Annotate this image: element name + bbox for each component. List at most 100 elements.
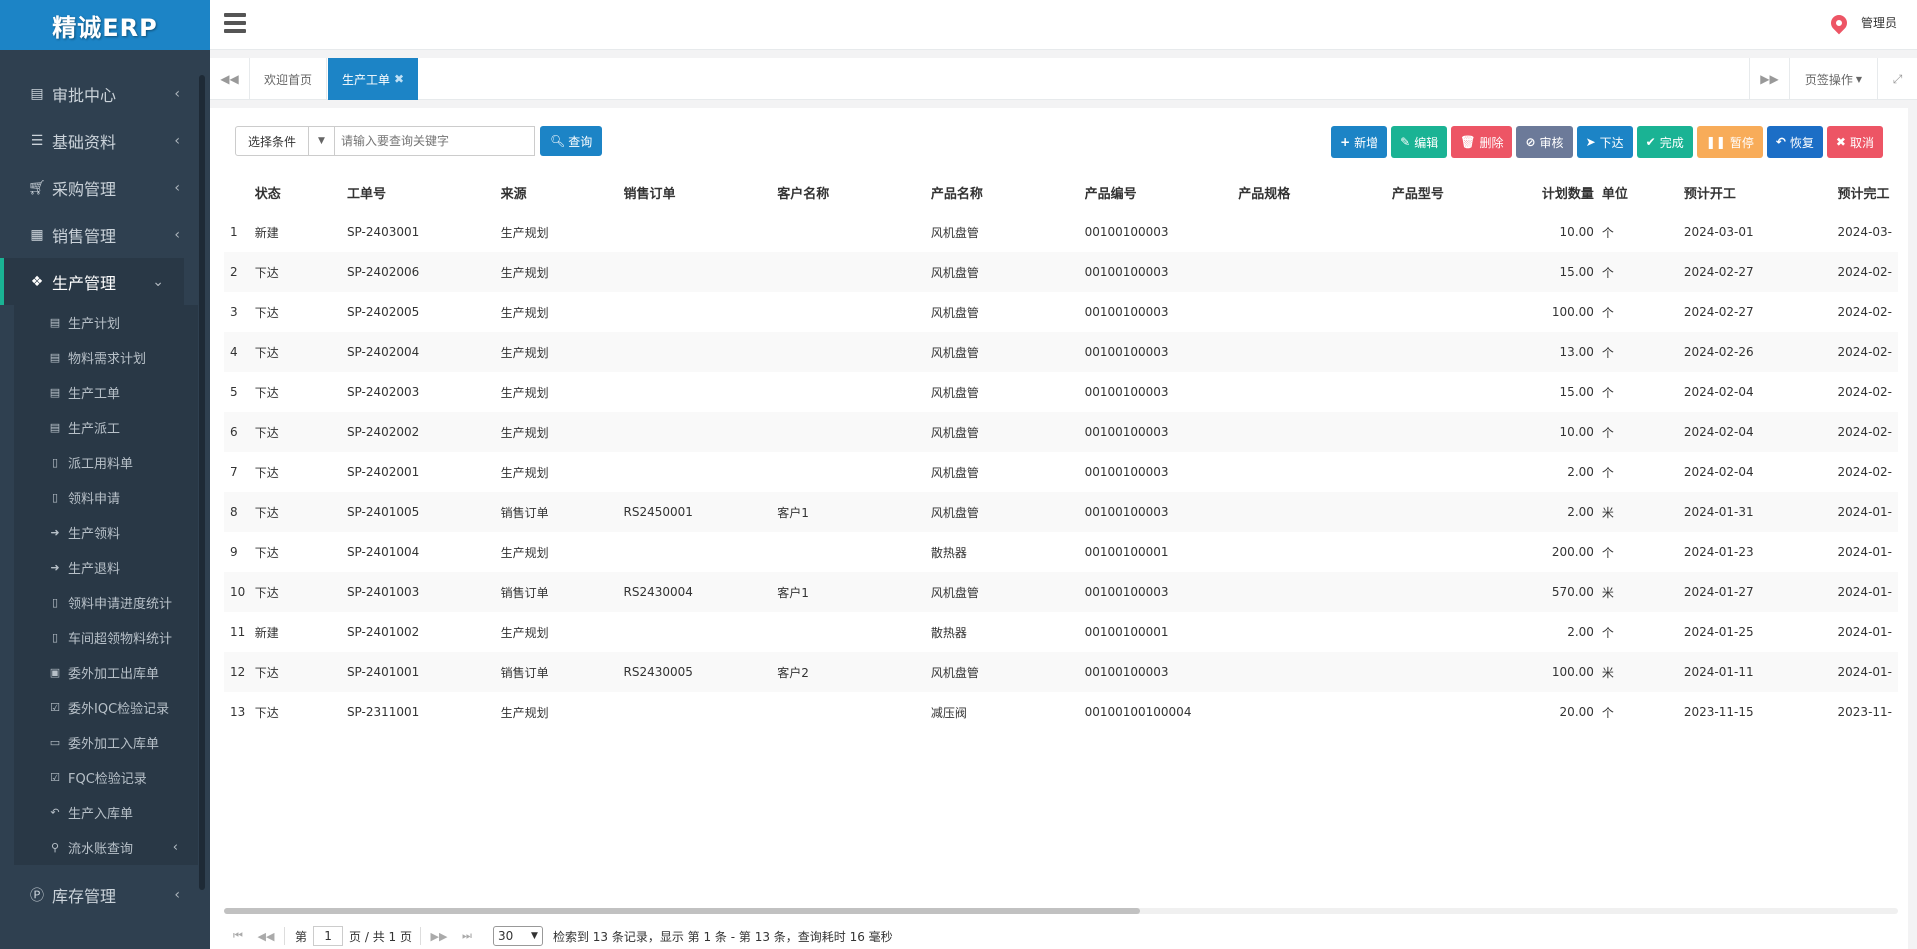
resume-button[interactable]: ↶ 恢复 [1766,126,1823,158]
sidebar-subitem-2[interactable]: ▤ 生产工单 [14,375,198,410]
sidebar-subitem-6[interactable]: ➜ 生产领料 [14,515,198,550]
table-cell: 9 [230,545,238,559]
table-row[interactable]: 1 新建 SP-2403001 生产规划 风机盘管 00100100003 10.00 个 20… [224,212,1898,252]
table-row[interactable]: 11 新建 SP-2401002 生产规划 散热器 00100100001 2.00 个 202… [224,612,1898,652]
sidebar-subitem-label: 领料申请进度统计 [68,597,173,612]
column-header[interactable]: 销售订单 [624,172,778,212]
column-header[interactable]: 产品编号 [1085,172,1239,212]
sidebar-item-label: 基础资料 [52,132,117,152]
table-row[interactable]: 8 下达 SP-2401005 销售订单 RS2450001 客户1 风机盘管 0010010… [224,492,1898,532]
horizontal-scrollbar[interactable] [224,908,1898,914]
last-page-icon[interactable]: ⏭ [453,929,481,943]
search-input[interactable] [335,126,536,156]
table-cell: 下达 [254,665,279,680]
page-size-select[interactable]: 30 ▼ [492,926,543,946]
table-row[interactable]: 10 下达 SP-2401003 销售订单 RS2430004 客户1 风机盘管 001001… [224,572,1898,612]
page-number-input[interactable]: 1 [313,926,344,946]
sidebar-subitem-0[interactable]: ▤ 生产计划 [14,305,198,340]
sidebar-item-0[interactable]: ▤ 审批中心 ‹ [0,70,200,117]
sidebar-subitem-10[interactable]: ▣ 委外加工出库单 [14,655,198,690]
column-header[interactable]: 单位 [1602,172,1684,212]
sidebar-item-4[interactable]: ❖ 生产管理 ⌄ [0,258,184,305]
horizontal-scrollbar-thumb[interactable] [224,908,1140,914]
sidebar-item-inventory[interactable]: Ⓟ 库存管理 ‹ [0,871,200,918]
column-header[interactable]: 状态 [255,172,347,212]
release-button[interactable]: ➤ 下达 [1576,126,1633,158]
sidebar-subitem-15[interactable]: ⚲ 流水账查询 ‹ [14,830,198,865]
sidebar-subitem-1[interactable]: ▤ 物料需求计划 [14,340,198,375]
add-button[interactable]: + 新增 [1331,126,1388,158]
next-page-icon[interactable]: ▶▶ [425,930,453,943]
table-row[interactable]: 7 下达 SP-2402001 生产规划 风机盘管 00100100003 2.00 个 202… [224,452,1898,492]
tab-work-order[interactable]: 生产工单 ✖ [328,58,419,100]
sidebar-subitem-label: 委外加工出库单 [68,667,160,682]
table-cell: 生产规划 [500,545,549,560]
sidebar-item-2[interactable]: 🛒︎ 采购管理 ‹ [0,164,200,211]
app-logo[interactable]: 精诚ERP [0,0,210,50]
column-header[interactable]: 计划数量 [1505,172,1602,212]
sidebar-subitem-8[interactable]: ▯ 领料申请进度统计 [14,585,198,620]
table-row[interactable]: 6 下达 SP-2402002 生产规划 风机盘管 00100100003 10.00 个 20… [224,412,1898,452]
server-icon: ▤ [49,386,61,399]
column-header[interactable]: 预计开工 [1684,172,1838,212]
column-header[interactable]: 产品规格 [1238,172,1392,212]
table-cell: SP-2401002 [346,625,420,639]
tabs-scroll-left-icon[interactable]: ◀◀ [210,58,250,100]
sidebar-subitem-4[interactable]: ▯ 派工用料单 [14,445,198,480]
menu-toggle-icon[interactable] [224,13,246,33]
cancel-button[interactable]: ✖ 取消 [1826,126,1883,158]
sidebar-subitem-9[interactable]: ▯ 车间超领物料统计 [14,620,198,655]
file-icon: ▯ [51,456,59,469]
caret-down-icon[interactable]: ▼ [309,126,336,156]
sidebar-subitem-12[interactable]: ▭ 委外加工入库单 [14,725,198,760]
table-cell [1238,532,1392,572]
sidebar-item-1[interactable]: ☰ 基础资料 ‹ [0,117,200,164]
table-cell [1238,252,1392,292]
table-row[interactable]: 9 下达 SP-2401004 生产规划 散热器 00100100001 200.00 个 20… [224,532,1898,572]
delete-button[interactable]: 🗑 删除 [1451,126,1513,158]
fullscreen-icon[interactable]: ⤢ [1877,58,1917,100]
sidebar-subitem-13[interactable]: ☑ FQC检验记录 [14,760,198,795]
column-header[interactable]: 预计完工 [1838,172,1898,212]
audit-button[interactable]: ⊘ 审核 [1516,126,1573,158]
table-cell: 2024-02- [1837,425,1892,439]
tab-operations-dropdown[interactable]: 页签操作 ▼ [1789,58,1877,100]
table-row[interactable]: 13 下达 SP-2311001 生产规划 减压阀 00100100100004 20.00… [224,692,1898,732]
table-cell: 下达 [254,385,279,400]
sidebar-item-3[interactable]: ▦ 销售管理 ‹ [0,211,200,258]
column-header[interactable]: 产品名称 [931,172,1085,212]
table-cell: 2024-01- [1837,585,1892,599]
sidebar-subitem-14[interactable]: ↶ 生产入库单 [14,795,198,830]
server-icon: ▤ [49,421,61,434]
user-menu[interactable]: 管理员 [1827,11,1897,34]
sidebar-subitem-7[interactable]: ➜ 生产退料 [14,550,198,585]
sidebar-subitem-11[interactable]: ☑ 委外IQC检验记录 [14,690,198,725]
column-header[interactable]: 来源 [501,172,624,212]
table-row[interactable]: 12 下达 SP-2401001 销售订单 RS2430005 客户2 风机盘管 001001… [224,652,1898,692]
search-button[interactable]: 🔍︎ 查询 [540,126,603,156]
edit-button[interactable]: ✎ 编辑 [1391,126,1448,158]
sidebar-scrollbar[interactable] [199,75,205,890]
complete-button[interactable]: ✔ 完成 [1636,126,1693,158]
table-cell [624,412,778,452]
condition-select[interactable]: 选择条件 [235,126,310,156]
first-page-icon[interactable]: ⏮ [224,929,252,943]
sidebar-subitem-5[interactable]: ▯ 领料申请 [14,480,198,515]
column-header[interactable]: 产品型号 [1392,172,1505,212]
pause-button[interactable]: ❚❚ 暂停 [1696,126,1763,158]
tab-home[interactable]: 欢迎首页 [250,58,328,100]
table-cell: 2023-11- [1837,705,1892,719]
sidebar-subitem-3[interactable]: ▤ 生产派工 [14,410,198,445]
table-row[interactable]: 5 下达 SP-2402003 生产规划 风机盘管 00100100003 15.00 个 20… [224,372,1898,412]
file-icon: ▯ [51,596,59,609]
table-row[interactable]: 4 下达 SP-2402004 生产规划 风机盘管 00100100003 13.00 个 20… [224,332,1898,372]
tab-close-icon[interactable]: ✖ [394,72,404,86]
table-row[interactable]: 2 下达 SP-2402006 生产规划 风机盘管 00100100003 15.00 个 20… [224,252,1898,292]
table-cell [624,292,778,332]
column-header[interactable]: 工单号 [347,172,501,212]
column-header[interactable] [224,172,255,212]
prev-page-icon[interactable]: ◀◀ [252,930,280,943]
table-row[interactable]: 3 下达 SP-2402005 生产规划 风机盘管 00100100003 100.00 个 2… [224,292,1898,332]
tabs-scroll-right-icon[interactable]: ▶▶ [1749,58,1789,100]
column-header[interactable]: 客户名称 [777,172,931,212]
